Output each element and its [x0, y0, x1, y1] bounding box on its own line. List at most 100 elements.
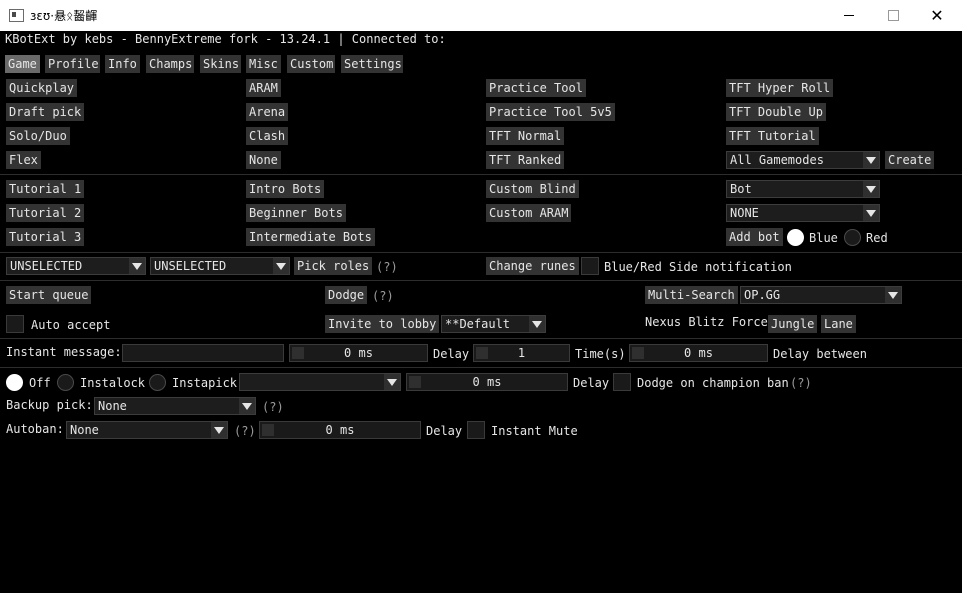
gamemode-select[interactable]: All Gamemodes: [726, 151, 880, 169]
invite-to-lobby-button[interactable]: Invite to lobby: [325, 315, 440, 333]
queue-tft-tutorial-button[interactable]: TFT Tutorial: [726, 127, 819, 145]
chevron-down-icon: [863, 205, 879, 221]
message-between-slider[interactable]: 0 ms: [629, 344, 768, 362]
auto-accept-checkbox[interactable]: [6, 315, 24, 333]
divider: [0, 252, 962, 253]
queue-tft-hyper-roll-button[interactable]: TFT Hyper Roll: [726, 79, 834, 97]
intermediate-bots-button[interactable]: Intermediate Bots: [246, 228, 375, 246]
queue-aram-button[interactable]: ARAM: [246, 79, 281, 97]
queue-tft-normal-button[interactable]: TFT Normal: [486, 127, 565, 145]
instalock-delay-slider[interactable]: 0 ms: [406, 373, 568, 391]
bot-champion-select-value: NONE: [730, 206, 759, 220]
role1-select-value: UNSELECTED: [10, 259, 83, 273]
backup-pick-value: None: [98, 399, 127, 413]
dodge-on-ban-help[interactable]: (?): [790, 376, 812, 390]
dodge-button[interactable]: Dodge: [325, 286, 368, 304]
custom-aram-button[interactable]: Custom ARAM: [486, 204, 572, 222]
tab-game[interactable]: Game: [5, 55, 40, 73]
team-red-radio[interactable]: [844, 229, 861, 246]
minimize-button[interactable]: [826, 0, 872, 31]
chevron-down-icon: [863, 181, 879, 197]
instalock-label: Instalock: [80, 376, 146, 390]
bot-champion-select[interactable]: NONE: [726, 204, 880, 222]
pick-roles-help[interactable]: (?): [376, 260, 398, 274]
instalock-off-radio[interactable]: [6, 374, 23, 391]
autoban-select[interactable]: None: [66, 421, 228, 439]
create-lobby-button[interactable]: Create: [885, 151, 935, 169]
backup-pick-help[interactable]: (?): [262, 400, 284, 414]
queue-arena-button[interactable]: Arena: [246, 103, 289, 121]
auto-accept-label: Auto accept: [31, 318, 111, 332]
start-queue-button[interactable]: Start queue: [6, 286, 92, 304]
invite-list-select[interactable]: **Default: [441, 315, 546, 333]
backup-pick-select[interactable]: None: [94, 397, 256, 415]
maximize-button[interactable]: [870, 0, 916, 31]
tab-champs[interactable]: Champs: [146, 55, 194, 73]
pick-roles-button[interactable]: Pick roles: [294, 257, 373, 275]
autoban-help[interactable]: (?): [234, 424, 256, 438]
queue-flex-button[interactable]: Flex: [6, 151, 41, 169]
instapick-label: Instapick: [172, 376, 238, 390]
team-blue-radio[interactable]: [787, 229, 804, 246]
nexus-lane-button[interactable]: Lane: [821, 315, 856, 333]
message-times-value: 1: [517, 346, 526, 360]
multi-search-button[interactable]: Multi-Search: [645, 286, 738, 304]
instant-mute-checkbox[interactable]: [467, 421, 485, 439]
queue-practice-tool-5v5-button[interactable]: Practice Tool 5v5: [486, 103, 615, 121]
tab-settings[interactable]: Settings: [341, 55, 403, 73]
chevron-down-icon: [885, 287, 901, 303]
backup-pick-label: Backup pick:: [6, 398, 93, 412]
instalock-champion-select[interactable]: [239, 373, 401, 391]
multi-search-site-select[interactable]: OP.GG: [740, 286, 902, 304]
queue-draft-pick-button[interactable]: Draft pick: [6, 103, 85, 121]
message-delay-slider[interactable]: 0 ms: [289, 344, 428, 362]
change-runes-button[interactable]: Change runes: [486, 257, 579, 275]
custom-blind-button[interactable]: Custom Blind: [486, 180, 579, 198]
dodge-on-ban-label: Dodge on champion ban: [637, 376, 789, 390]
queue-clash-button[interactable]: Clash: [246, 127, 289, 145]
instant-message-input[interactable]: [122, 344, 284, 362]
header-status: KBotExt by kebs - BennyExtreme fork - 13…: [5, 32, 446, 46]
dodge-help[interactable]: (?): [372, 289, 394, 303]
multi-search-site-value: OP.GG: [744, 288, 781, 302]
tab-profile[interactable]: Profile: [45, 55, 100, 73]
side-notification-checkbox[interactable]: [581, 257, 599, 275]
intro-bots-button[interactable]: Intro Bots: [246, 180, 325, 198]
dodge-on-ban-checkbox[interactable]: [613, 373, 631, 391]
tab-skins[interactable]: Skins: [200, 55, 241, 73]
queue-solo-duo-button[interactable]: Solo/Duo: [6, 127, 70, 145]
autoban-delay-slider[interactable]: 0 ms: [259, 421, 421, 439]
queue-quickplay-button[interactable]: Quickplay: [6, 79, 78, 97]
beginner-bots-button[interactable]: Beginner Bots: [246, 204, 346, 222]
tutorial-3-button[interactable]: Tutorial 3: [6, 228, 85, 246]
maximize-icon: [887, 10, 899, 21]
side-notification-label: Blue/Red Side notification: [604, 260, 792, 274]
tab-info[interactable]: Info: [105, 55, 140, 73]
instapick-radio[interactable]: [149, 374, 166, 391]
message-between-label: Delay between: [773, 347, 867, 361]
tab-custom[interactable]: Custom: [287, 55, 335, 73]
team-red-label: Red: [866, 231, 888, 245]
tutorial-1-button[interactable]: Tutorial 1: [6, 180, 85, 198]
add-bot-button[interactable]: Add bot: [726, 228, 783, 246]
message-times-slider[interactable]: 1: [473, 344, 570, 362]
role2-select[interactable]: UNSELECTED: [150, 257, 290, 275]
instalock-radio[interactable]: [57, 374, 74, 391]
autoban-label: Autoban:: [6, 422, 64, 436]
divider: [0, 338, 962, 339]
queue-tft-double-up-button[interactable]: TFT Double Up: [726, 103, 826, 121]
close-button[interactable]: ✕: [914, 0, 960, 31]
minimize-icon: [844, 15, 854, 16]
message-delay-value: 0 ms: [344, 346, 373, 360]
queue-tft-ranked-button[interactable]: TFT Ranked: [486, 151, 565, 169]
invite-list-value: **Default: [445, 317, 511, 331]
role1-select[interactable]: UNSELECTED: [6, 257, 146, 275]
queue-none-button[interactable]: None: [246, 151, 281, 169]
nexus-jungle-button[interactable]: Jungle: [768, 315, 818, 333]
tutorial-2-button[interactable]: Tutorial 2: [6, 204, 85, 222]
nexus-blitz-label: Nexus Blitz Force: [645, 315, 768, 329]
chevron-down-icon: [529, 316, 545, 332]
tab-misc[interactable]: Misc: [246, 55, 281, 73]
queue-practice-tool-button[interactable]: Practice Tool: [486, 79, 586, 97]
bot-select[interactable]: Bot: [726, 180, 880, 198]
